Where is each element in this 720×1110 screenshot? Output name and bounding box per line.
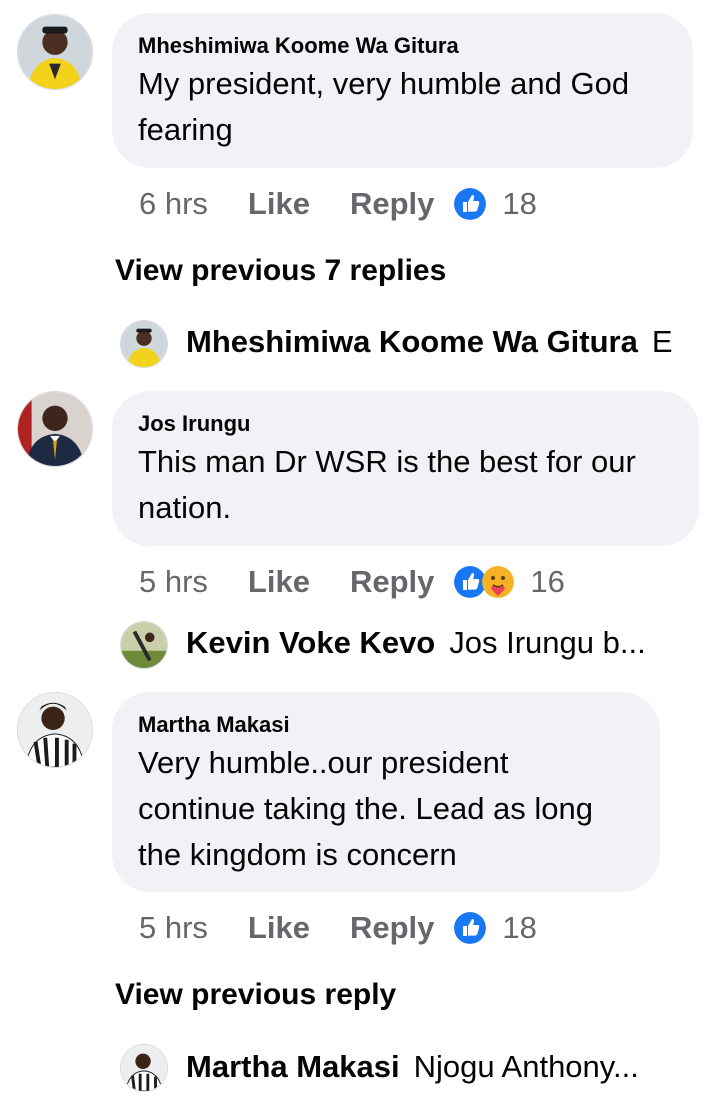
comment-text: This man Dr WSR is the best for our nati…: [138, 444, 636, 525]
reaction-summary[interactable]: 18: [454, 186, 537, 222]
reply-button[interactable]: Reply: [350, 186, 434, 222]
avatar-photo: [18, 15, 92, 89]
reply-preview[interactable]: Mheshimiwa Koome Wa Gitura E: [186, 324, 720, 360]
reply-avatar[interactable]: [120, 320, 168, 368]
care-icon: [482, 566, 515, 598]
comment-actions: 5 hrs Like Reply 16: [139, 562, 565, 602]
avatar-photo: [121, 321, 167, 367]
comment-timestamp[interactable]: 5 hrs: [139, 910, 208, 946]
reply-button[interactable]: Reply: [350, 564, 434, 600]
comment-actions: 5 hrs Like Reply 18: [139, 908, 537, 948]
view-previous-replies[interactable]: View previous reply: [115, 978, 396, 1012]
comment-author[interactable]: Martha Makasi: [138, 712, 634, 738]
reaction-summary[interactable]: 18: [454, 910, 537, 946]
reply-author[interactable]: Kevin Voke Kevo: [186, 625, 435, 661]
avatar-photo: [121, 622, 167, 668]
reply-preview[interactable]: Martha Makasi Njogu Anthony...: [186, 1049, 720, 1085]
avatar-photo: [121, 1045, 167, 1091]
like-icon: [454, 912, 487, 944]
comment-actions: 6 hrs Like Reply 18: [139, 184, 537, 224]
reply-avatar[interactable]: [120, 1044, 168, 1092]
comment-bubble: Martha Makasi Very humble..our president…: [112, 692, 660, 892]
reply-button[interactable]: Reply: [350, 910, 434, 946]
reply-avatar[interactable]: [120, 621, 168, 669]
reaction-summary[interactable]: 16: [454, 564, 565, 600]
comment-author[interactable]: Jos Irungu: [138, 411, 673, 437]
reply-author[interactable]: Martha Makasi: [186, 1049, 400, 1085]
reply-preview[interactable]: Kevin Voke Kevo Jos Irungu b...: [186, 625, 720, 661]
like-button[interactable]: Like: [248, 186, 310, 222]
avatar[interactable]: [17, 391, 93, 467]
like-icon: [454, 188, 487, 220]
reaction-count: 18: [502, 910, 537, 945]
avatar-photo: [18, 392, 92, 466]
view-previous-replies[interactable]: View previous 7 replies: [115, 254, 446, 288]
reply-snippet: Njogu Anthony...: [413, 1049, 639, 1084]
reply-snippet: E: [651, 324, 673, 359]
comment-text: My president, very humble and God fearin…: [138, 66, 630, 147]
comment-bubble: Jos Irungu This man Dr WSR is the best f…: [112, 391, 699, 546]
comment-author[interactable]: Mheshimiwa Koome Wa Gitura: [138, 33, 667, 59]
avatar[interactable]: [17, 692, 93, 768]
like-button[interactable]: Like: [248, 564, 310, 600]
reaction-count: 16: [530, 564, 565, 599]
avatar[interactable]: [17, 14, 93, 90]
reply-snippet: Jos Irungu b...: [449, 625, 646, 660]
reaction-count: 18: [502, 186, 537, 221]
comment-timestamp[interactable]: 5 hrs: [139, 564, 208, 600]
avatar-photo: [18, 693, 92, 767]
reply-author[interactable]: Mheshimiwa Koome Wa Gitura: [186, 324, 638, 360]
comment-text: Very humble..our president continue taki…: [138, 745, 594, 872]
like-button[interactable]: Like: [248, 910, 310, 946]
comment-bubble: Mheshimiwa Koome Wa Gitura My president,…: [112, 13, 693, 168]
comment-timestamp[interactable]: 6 hrs: [139, 186, 208, 222]
